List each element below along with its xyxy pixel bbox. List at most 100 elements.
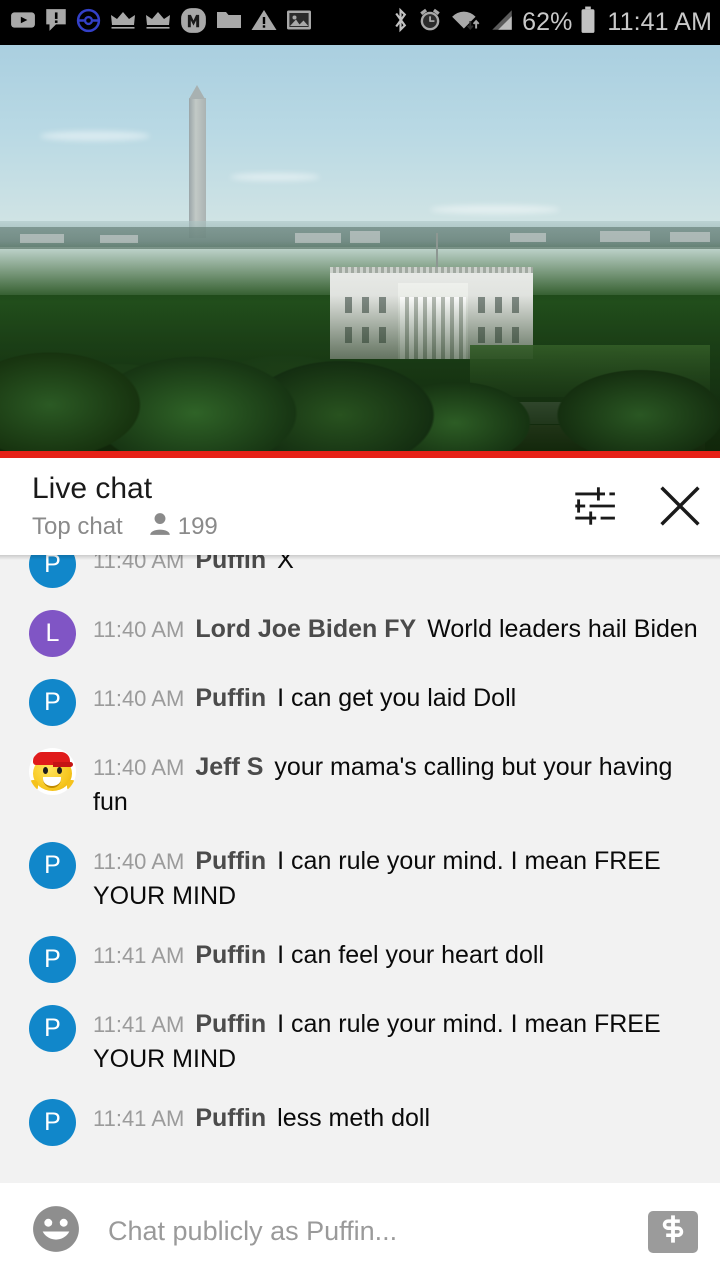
- super-chat-button[interactable]: [648, 1210, 698, 1253]
- chat-message-body: 11:40 AM Lord Joe Biden FY World leaders h…: [93, 606, 704, 647]
- video-player[interactable]: [0, 45, 720, 458]
- message-text: less meth doll: [277, 1104, 431, 1132]
- avatar-letter: P: [44, 555, 61, 578]
- image-icon: [286, 8, 312, 37]
- bluetooth-icon: [391, 6, 410, 39]
- chat-message[interactable]: P 11:41 AM Puffin I can feel your heart do…: [0, 932, 720, 983]
- live-chat-header: Live chat Top chat 199: [0, 458, 720, 555]
- close-icon: [657, 483, 703, 534]
- avatar[interactable]: [29, 748, 76, 795]
- cloud-wisp: [40, 131, 150, 141]
- chat-message-line: 11:40 AM Puffin I can rule your mind. I me…: [93, 844, 704, 914]
- chat-message[interactable]: P 11:40 AM Puffin I can get you laid Doll: [0, 675, 720, 726]
- clock-label: 11:41 AM: [607, 8, 712, 36]
- pokeball-icon: [76, 8, 101, 38]
- chat-message-list[interactable]: P 11:40 AM Puffin X L 11:40 AM Lord Joe Bid…: [0, 555, 720, 1183]
- emoji-picker-button[interactable]: [30, 1206, 82, 1258]
- avatar[interactable]: P: [29, 555, 76, 588]
- message-alert-icon: [45, 7, 67, 38]
- video-frame: [0, 45, 720, 458]
- alarm-clock-icon: [417, 7, 443, 38]
- avatar[interactable]: P: [29, 1005, 76, 1052]
- emoji-smiley-icon: [31, 1204, 81, 1259]
- message-timestamp: 11:41 AM: [93, 1106, 185, 1131]
- status-bar-right-icons: 62% 11:41 AM: [391, 6, 712, 39]
- chat-message-line: 11:41 AM Puffin I can feel your heart doll: [93, 938, 704, 973]
- message-author[interactable]: Puffin: [195, 1010, 266, 1038]
- emoji-eye: [57, 767, 62, 774]
- avatar[interactable]: P: [29, 936, 76, 983]
- avatar[interactable]: P: [29, 1099, 76, 1146]
- chat-mode-label[interactable]: Top chat: [32, 513, 123, 541]
- chat-message-line: 11:41 AM Puffin I can rule your mind. I me…: [93, 1007, 704, 1077]
- page-title: Live chat: [32, 472, 153, 505]
- chat-input[interactable]: [108, 1216, 636, 1247]
- folder-icon: [216, 8, 242, 37]
- avatar[interactable]: P: [29, 842, 76, 889]
- message-text: I can get you laid Doll: [277, 684, 517, 712]
- chat-subrow: Top chat 199: [32, 512, 572, 541]
- chat-message-body: 11:41 AM Puffin less meth doll: [93, 1095, 704, 1136]
- message-timestamp: 11:40 AM: [93, 686, 185, 711]
- crown-icon: [110, 8, 136, 37]
- status-bar: 62% 11:41 AM: [0, 0, 720, 45]
- message-author[interactable]: Puffin: [195, 941, 266, 969]
- wifi-transfer-icon: [450, 7, 482, 38]
- person-icon: [149, 512, 171, 541]
- m-badge-icon: [180, 7, 207, 39]
- warning-triangle-icon: [251, 8, 277, 37]
- emoji-hand: [29, 780, 38, 791]
- message-author[interactable]: Puffin: [195, 684, 266, 712]
- cell-signal-icon: [489, 7, 515, 38]
- chat-message-line: 11:40 AM Puffin X: [93, 555, 704, 578]
- chat-message-line: 11:40 AM Puffin I can get you laid Doll: [93, 681, 704, 716]
- chat-message[interactable]: L 11:40 AM Lord Joe Biden FY World leaders…: [0, 606, 720, 657]
- live-progress-bar[interactable]: [0, 451, 720, 458]
- message-text: World leaders hail Biden: [427, 615, 698, 643]
- message-author[interactable]: Puffin: [195, 1104, 266, 1132]
- emoji-cap-brim: [53, 762, 73, 767]
- chat-settings-button[interactable]: [572, 486, 616, 530]
- avatar[interactable]: L: [29, 610, 76, 657]
- tune-sliders-icon: [572, 485, 616, 532]
- cloud-wisp: [230, 173, 320, 181]
- dollar-icon: [659, 1214, 687, 1249]
- avatar-letter: P: [44, 851, 61, 879]
- chat-message-body: 11:40 AM Puffin I can rule your mind. I me…: [93, 838, 704, 914]
- washington-monument: [189, 85, 206, 238]
- chat-message-body: 11:40 AM Puffin I can get you laid Doll: [93, 675, 704, 716]
- message-timestamp: 11:40 AM: [93, 617, 185, 642]
- chat-message[interactable]: P 11:41 AM Puffin I can rule your mind. I …: [0, 1001, 720, 1077]
- chat-message[interactable]: 11:40 AM Jeff Syour mama's calling but yo…: [0, 744, 720, 820]
- chat-message[interactable]: P 11:40 AM Puffin I can rule your mind. I …: [0, 838, 720, 914]
- message-text: X: [277, 555, 294, 574]
- chat-message-body: 11:41 AM Puffin I can rule your mind. I me…: [93, 1001, 704, 1077]
- chat-message[interactable]: P 11:41 AM Puffin less meth doll: [0, 1095, 720, 1146]
- emoji-hand: [67, 780, 76, 791]
- message-author[interactable]: Puffin: [195, 555, 266, 574]
- message-author[interactable]: Lord Joe Biden FY: [195, 615, 416, 643]
- foreground-trees: [0, 295, 720, 458]
- chat-message-body: 11:40 AM Puffin X: [93, 555, 704, 578]
- message-timestamp: 11:41 AM: [93, 1012, 185, 1037]
- message-author[interactable]: Puffin: [195, 847, 266, 875]
- close-chat-button[interactable]: [658, 485, 702, 530]
- chat-message[interactable]: P 11:40 AM Puffin X: [0, 555, 720, 588]
- avatar[interactable]: P: [29, 679, 76, 726]
- message-timestamp: 11:41 AM: [93, 943, 185, 968]
- chat-message-body: 11:40 AM Jeff Syour mama's calling but yo…: [93, 744, 704, 820]
- viewer-count-block: 199: [149, 512, 218, 541]
- avatar-letter: L: [45, 619, 60, 647]
- message-timestamp: 11:40 AM: [93, 849, 185, 874]
- viewer-count-label: 199: [177, 512, 218, 540]
- battery-icon: [579, 6, 597, 39]
- battery-percent-label: 62%: [522, 8, 573, 36]
- message-timestamp: 11:40 AM: [93, 755, 185, 780]
- cloud-wisp: [430, 205, 560, 214]
- crown-icon: [145, 8, 171, 37]
- chat-message-line: 11:40 AM Lord Joe Biden FY World leaders h…: [93, 612, 704, 647]
- message-author[interactable]: Jeff S: [195, 753, 263, 781]
- avatar-letter: P: [44, 688, 61, 716]
- avatar-letter: P: [44, 1014, 61, 1042]
- status-bar-left-icons: [10, 7, 391, 39]
